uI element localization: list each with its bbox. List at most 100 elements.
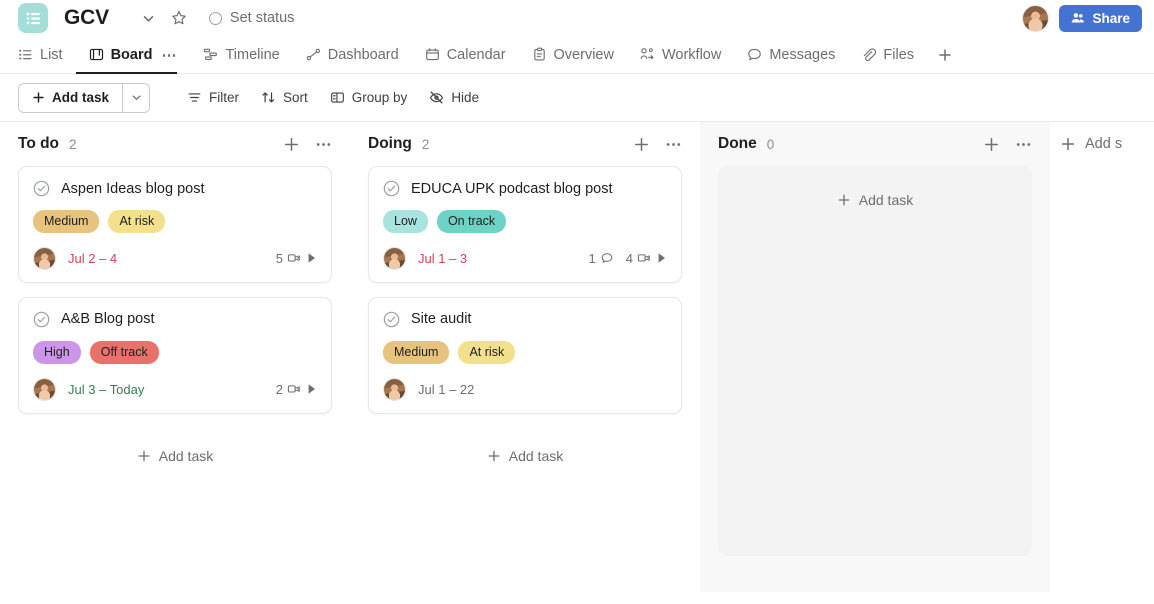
plus-icon bbox=[32, 91, 45, 104]
column-cards: EDUCA UPK podcast blog post Low On track… bbox=[368, 166, 682, 464]
avatar[interactable] bbox=[1022, 4, 1050, 32]
status-chip[interactable]: At risk bbox=[108, 210, 166, 233]
card-title: A&B Blog post bbox=[61, 311, 155, 328]
group-by-icon bbox=[330, 90, 345, 105]
add-task-to-column-button[interactable] bbox=[632, 135, 650, 153]
subtask-count[interactable]: 4 bbox=[626, 251, 651, 266]
column-count: 2 bbox=[421, 136, 430, 152]
card-title: Aspen Ideas blog post bbox=[61, 180, 205, 197]
subtask-count[interactable]: 2 bbox=[276, 382, 301, 397]
avatar[interactable] bbox=[383, 377, 406, 401]
add-task-label: Add task bbox=[52, 90, 110, 105]
card-due-date[interactable]: Jul 1 – 22 bbox=[418, 382, 474, 397]
tab-workflow-label: Workflow bbox=[661, 46, 722, 63]
subtask-icon bbox=[287, 251, 301, 265]
card-chips: Low On track bbox=[383, 210, 667, 233]
set-status-label: Set status bbox=[229, 10, 295, 26]
priority-chip[interactable]: Medium bbox=[383, 340, 450, 364]
add-section-button[interactable]: Add s bbox=[1050, 122, 1154, 166]
add-task-dropdown-button[interactable] bbox=[122, 83, 150, 112]
chevron-down-icon[interactable] bbox=[137, 6, 161, 30]
expand-triangle-icon[interactable] bbox=[657, 252, 667, 264]
tab-board-overflow-icon[interactable]: ⋯ bbox=[161, 46, 177, 64]
check-circle-icon[interactable] bbox=[33, 180, 50, 197]
status-chip[interactable]: At risk bbox=[458, 340, 516, 364]
priority-chip[interactable]: Low bbox=[383, 210, 428, 233]
task-card[interactable]: EDUCA UPK podcast blog post Low On track… bbox=[368, 166, 682, 283]
card-due-date[interactable]: Jul 3 – Today bbox=[68, 382, 144, 397]
tab-board[interactable]: Board ⋯ bbox=[75, 36, 191, 74]
card-footer: Jul 1 – 3 1 4 bbox=[383, 246, 667, 270]
list-icon bbox=[18, 3, 48, 33]
subtask-count[interactable]: 5 bbox=[276, 251, 301, 266]
card-chips: Medium At risk bbox=[383, 340, 667, 364]
avatar[interactable] bbox=[33, 246, 56, 270]
column-header: Done 0 bbox=[718, 122, 1032, 166]
check-circle-icon[interactable] bbox=[383, 180, 400, 197]
card-due-date[interactable]: Jul 1 – 3 bbox=[418, 251, 467, 266]
share-button[interactable]: Share bbox=[1059, 4, 1142, 32]
status-chip[interactable]: Off track bbox=[89, 340, 159, 364]
hide-button[interactable]: Hide bbox=[418, 83, 490, 113]
sort-button[interactable]: Sort bbox=[250, 83, 319, 113]
expand-triangle-icon[interactable] bbox=[307, 383, 317, 395]
ellipsis-icon[interactable] bbox=[664, 135, 682, 153]
kanban-board: To do 2 Aspen Ideas blog post Medium At … bbox=[0, 122, 1154, 592]
tab-timeline[interactable]: Timeline bbox=[190, 36, 292, 73]
dropzone-add-task-button[interactable]: Add task bbox=[837, 192, 913, 208]
column-add-task-button[interactable]: Add task bbox=[368, 428, 682, 464]
expand-triangle-icon[interactable] bbox=[307, 252, 317, 264]
column-add-task-label: Add task bbox=[508, 447, 564, 464]
comment-count-value: 1 bbox=[588, 250, 596, 266]
status-circle-icon bbox=[208, 11, 222, 25]
priority-chip[interactable]: High bbox=[33, 340, 81, 364]
card-footer: Jul 3 – Today 2 bbox=[33, 377, 317, 401]
column-title: To do bbox=[18, 135, 60, 152]
tab-workflow[interactable]: Workflow bbox=[627, 36, 734, 73]
calendar-icon bbox=[425, 47, 440, 62]
tab-dashboard[interactable]: Dashboard bbox=[293, 36, 412, 73]
empty-column-dropzone[interactable]: Add task bbox=[718, 166, 1032, 556]
status-chip[interactable]: On track bbox=[436, 210, 507, 233]
card-meta: 2 bbox=[276, 382, 317, 397]
tab-calendar[interactable]: Calendar bbox=[412, 36, 519, 73]
add-task-to-column-button[interactable] bbox=[982, 135, 1000, 153]
top-header-bar: GCV Set status Share bbox=[0, 0, 1154, 36]
group-by-button[interactable]: Group by bbox=[319, 83, 419, 113]
list-view-icon bbox=[18, 47, 33, 62]
ellipsis-icon[interactable] bbox=[1014, 135, 1032, 153]
task-card[interactable]: A&B Blog post High Off track Jul 3 – Tod… bbox=[18, 296, 332, 414]
subtask-count-value: 2 bbox=[275, 381, 283, 397]
avatar[interactable] bbox=[383, 246, 406, 270]
add-task-button[interactable]: Add task bbox=[19, 83, 123, 112]
add-task-split-button: Add task bbox=[18, 82, 151, 113]
column-add-task-button[interactable]: Add task bbox=[18, 428, 332, 464]
tab-messages[interactable]: Messages bbox=[734, 36, 848, 73]
header-right-actions: Share bbox=[1022, 4, 1142, 32]
comment-count[interactable]: 1 bbox=[589, 251, 614, 266]
avatar[interactable] bbox=[33, 377, 56, 401]
task-card[interactable]: Aspen Ideas blog post Medium At risk Jul… bbox=[18, 166, 332, 283]
board-column-doing: Doing 2 EDUCA UPK podcast blog post Low … bbox=[350, 122, 700, 592]
column-header-actions bbox=[282, 135, 332, 153]
board-toolbar: Add task Filter Sort Group by Hide bbox=[0, 74, 1154, 122]
timeline-icon bbox=[203, 47, 218, 62]
tab-list[interactable]: List bbox=[18, 36, 76, 73]
tab-overview[interactable]: Overview bbox=[519, 36, 627, 73]
task-card[interactable]: Site audit Medium At risk Jul 1 – 22 bbox=[368, 296, 682, 414]
set-status-button[interactable]: Set status bbox=[208, 10, 295, 26]
tab-dashboard-label: Dashboard bbox=[327, 46, 399, 63]
check-circle-icon[interactable] bbox=[33, 311, 50, 328]
tab-list-label: List bbox=[40, 46, 63, 63]
priority-chip[interactable]: Medium bbox=[33, 210, 100, 233]
check-circle-icon[interactable] bbox=[383, 311, 400, 328]
filter-button[interactable]: Filter bbox=[176, 83, 250, 113]
column-header: Doing 2 bbox=[368, 122, 682, 166]
star-icon[interactable] bbox=[167, 6, 191, 30]
add-view-tab-button[interactable] bbox=[927, 36, 963, 73]
card-due-date[interactable]: Jul 2 – 4 bbox=[68, 251, 117, 266]
card-title-row: Aspen Ideas blog post bbox=[33, 180, 317, 197]
ellipsis-icon[interactable] bbox=[314, 135, 332, 153]
add-task-to-column-button[interactable] bbox=[282, 135, 300, 153]
tab-files[interactable]: Files bbox=[848, 36, 927, 73]
